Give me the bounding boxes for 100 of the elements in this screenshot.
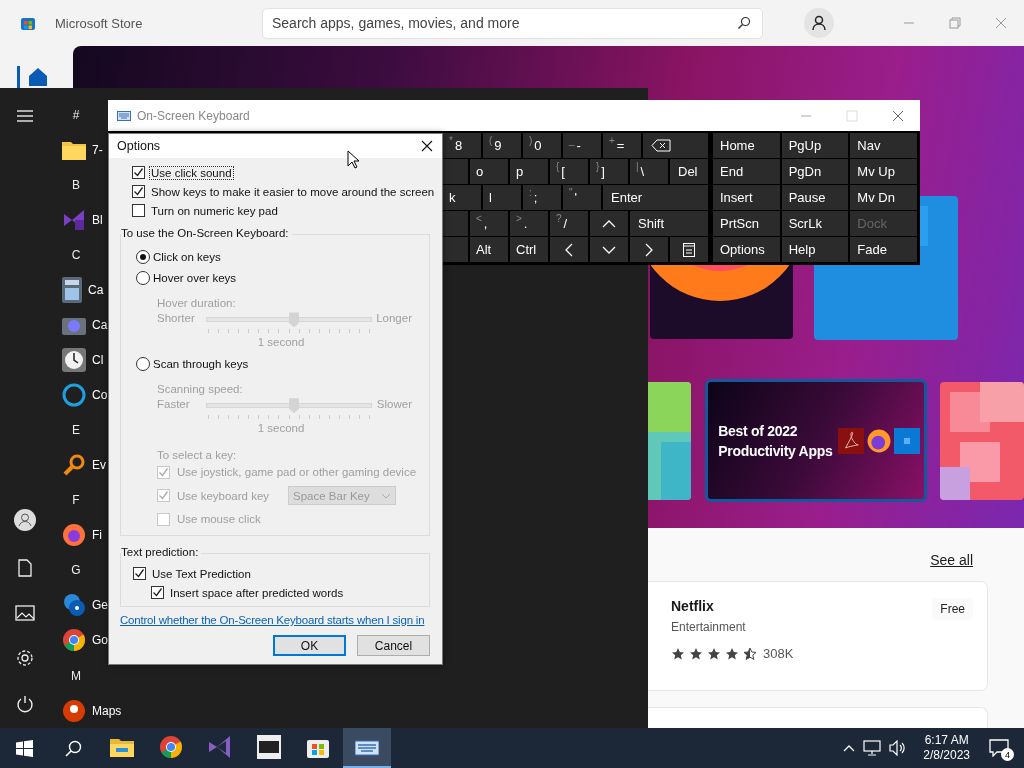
- keyboard-key[interactable]: Insert: [713, 185, 780, 210]
- checkbox[interactable]: [132, 204, 145, 217]
- keyboard-key[interactable]: ?/: [550, 211, 588, 236]
- volume-icon[interactable]: [889, 740, 908, 756]
- keyboard-key[interactable]: l: [483, 185, 521, 210]
- windows-logo-icon[interactable]: [15, 739, 33, 757]
- keyboard-key[interactable]: Alt: [470, 237, 508, 262]
- keyboard-key[interactable]: :;: [523, 185, 561, 210]
- keyboard-key[interactable]: +=: [603, 133, 641, 158]
- search-icon[interactable]: [737, 15, 751, 30]
- sign-in-link[interactable]: Control whether the On-Screen Keyboard starts when I sign in: [120, 614, 430, 626]
- keyboard-key[interactable]: <,: [470, 211, 508, 236]
- keyboard-key[interactable]: Mv Dn: [850, 185, 917, 210]
- search-icon[interactable]: [64, 739, 82, 757]
- app-list-item[interactable]: Ca: [50, 272, 104, 308]
- chrome-icon[interactable]: [159, 735, 183, 759]
- keyboard-key[interactable]: o: [470, 159, 508, 184]
- letter-header[interactable]: B: [71, 177, 81, 192]
- arrow-key[interactable]: [550, 237, 588, 262]
- backspace-key[interactable]: [643, 133, 708, 158]
- letter-header[interactable]: E: [71, 423, 81, 438]
- dialog-button[interactable]: Cancel: [357, 635, 430, 656]
- search-field[interactable]: Search apps, games, movies, and more: [262, 7, 763, 39]
- keyboard-key[interactable]: Fade: [850, 237, 917, 262]
- keyboard-key[interactable]: PgUp: [781, 133, 849, 158]
- document-icon[interactable]: [18, 559, 32, 577]
- checkbox[interactable]: [133, 567, 146, 580]
- radio-button[interactable]: [136, 356, 150, 371]
- app-list-item[interactable]: Ev: [50, 447, 106, 483]
- keyboard-key[interactable]: End: [713, 159, 780, 184]
- keyboard-key[interactable]: Pause: [781, 185, 849, 210]
- arrow-key[interactable]: [630, 237, 668, 262]
- keyboard-key[interactable]: PgDn: [781, 159, 849, 184]
- see-all-link[interactable]: See all: [930, 552, 973, 568]
- keyboard-key[interactable]: *8: [443, 133, 481, 158]
- app-list-item[interactable]: Cl: [50, 342, 104, 378]
- keyboard-key[interactable]: p: [510, 159, 548, 184]
- app-list-item[interactable]: Co: [50, 377, 108, 413]
- image-icon[interactable]: [15, 605, 35, 621]
- power-icon[interactable]: [16, 695, 34, 713]
- keyboard-key[interactable]: |\: [630, 159, 668, 184]
- menu-key[interactable]: [670, 237, 708, 262]
- keyboard-key[interactable]: Ctrl: [510, 237, 548, 262]
- archive-app-icon[interactable]: [257, 735, 281, 759]
- checkbox[interactable]: [132, 166, 145, 179]
- keyboard-key[interactable]: Shift: [630, 211, 708, 236]
- chevron-up-icon[interactable]: [843, 744, 856, 752]
- keyboard-key[interactable]: Del: [670, 159, 708, 184]
- keyboard-key[interactable]: Help: [781, 237, 849, 262]
- keyboard-icon[interactable]: [355, 737, 379, 757]
- checkbox-label[interactable]: Insert space after predicted words: [168, 585, 346, 600]
- app-list-item[interactable]: Ca: [50, 307, 108, 343]
- letter-header[interactable]: C: [71, 247, 81, 262]
- keyboard-key[interactable]: }]: [590, 159, 628, 184]
- app-list-item[interactable]: Ge: [50, 587, 108, 623]
- letter-header[interactable]: G: [71, 563, 81, 578]
- keyboard-key[interactable]: ScrLk: [781, 211, 849, 236]
- checkbox-label[interactable]: Show keys to make it easier to move around the screen: [149, 184, 437, 199]
- radio-label[interactable]: Scan through keys: [153, 357, 249, 370]
- letter-header[interactable]: #: [71, 107, 81, 122]
- clock[interactable]: 6:17 AM 2/8/2023: [915, 733, 978, 763]
- close-icon[interactable]: [421, 140, 433, 152]
- list-icon[interactable]: [683, 242, 695, 257]
- keyboard-key[interactable]: )0: [523, 133, 561, 158]
- keyboard-key[interactable]: _-: [563, 133, 601, 158]
- radio-label[interactable]: Click on keys: [153, 251, 221, 264]
- account-button[interactable]: [804, 8, 834, 38]
- keyboard-key[interactable]: Home: [713, 133, 780, 158]
- backspace-icon[interactable]: [651, 139, 671, 152]
- infinity-logo-icon[interactable]: [208, 735, 232, 759]
- taskbar-app-button[interactable]: [343, 728, 391, 768]
- notification-button[interactable]: 4: [986, 735, 1012, 761]
- folder-icon[interactable]: [110, 737, 134, 757]
- keyboard-key[interactable]: Options: [713, 237, 780, 262]
- user-avatar-icon[interactable]: [14, 509, 36, 531]
- checkbox[interactable]: [132, 185, 145, 198]
- keyboard-key[interactable]: Mv Up: [850, 159, 917, 184]
- keyboard-key[interactable]: "': [563, 185, 601, 210]
- radio-button[interactable]: [136, 270, 150, 285]
- keyboard-key[interactable]: (9: [483, 133, 521, 158]
- app-list-item[interactable]: Bl: [50, 202, 103, 238]
- app-list-item[interactable]: Go: [50, 622, 108, 658]
- settings-icon[interactable]: [16, 649, 34, 667]
- checkbox-label[interactable]: Use click sound: [149, 165, 234, 180]
- letter-header[interactable]: M: [71, 668, 81, 683]
- keyboard-key[interactable]: Nav: [850, 133, 917, 158]
- arrow-key[interactable]: [590, 211, 628, 236]
- letter-header[interactable]: F: [71, 493, 81, 508]
- checkbox-label[interactable]: Turn on numeric key pad: [149, 203, 280, 218]
- menu-icon[interactable]: [17, 110, 33, 122]
- arrow-key[interactable]: [590, 237, 628, 262]
- keyboard-key[interactable]: >.: [510, 211, 548, 236]
- price-button[interactable]: Free: [932, 598, 973, 620]
- radio-button[interactable]: [136, 250, 150, 265]
- app-list-item[interactable]: Fi: [50, 517, 102, 553]
- checkbox-label[interactable]: Use Text Prediction: [150, 566, 253, 581]
- keyboard-key[interactable]: {[: [550, 159, 588, 184]
- app-list-item[interactable]: Maps: [50, 693, 122, 729]
- dialog-button[interactable]: OK: [273, 635, 346, 656]
- network-icon[interactable]: [863, 740, 882, 756]
